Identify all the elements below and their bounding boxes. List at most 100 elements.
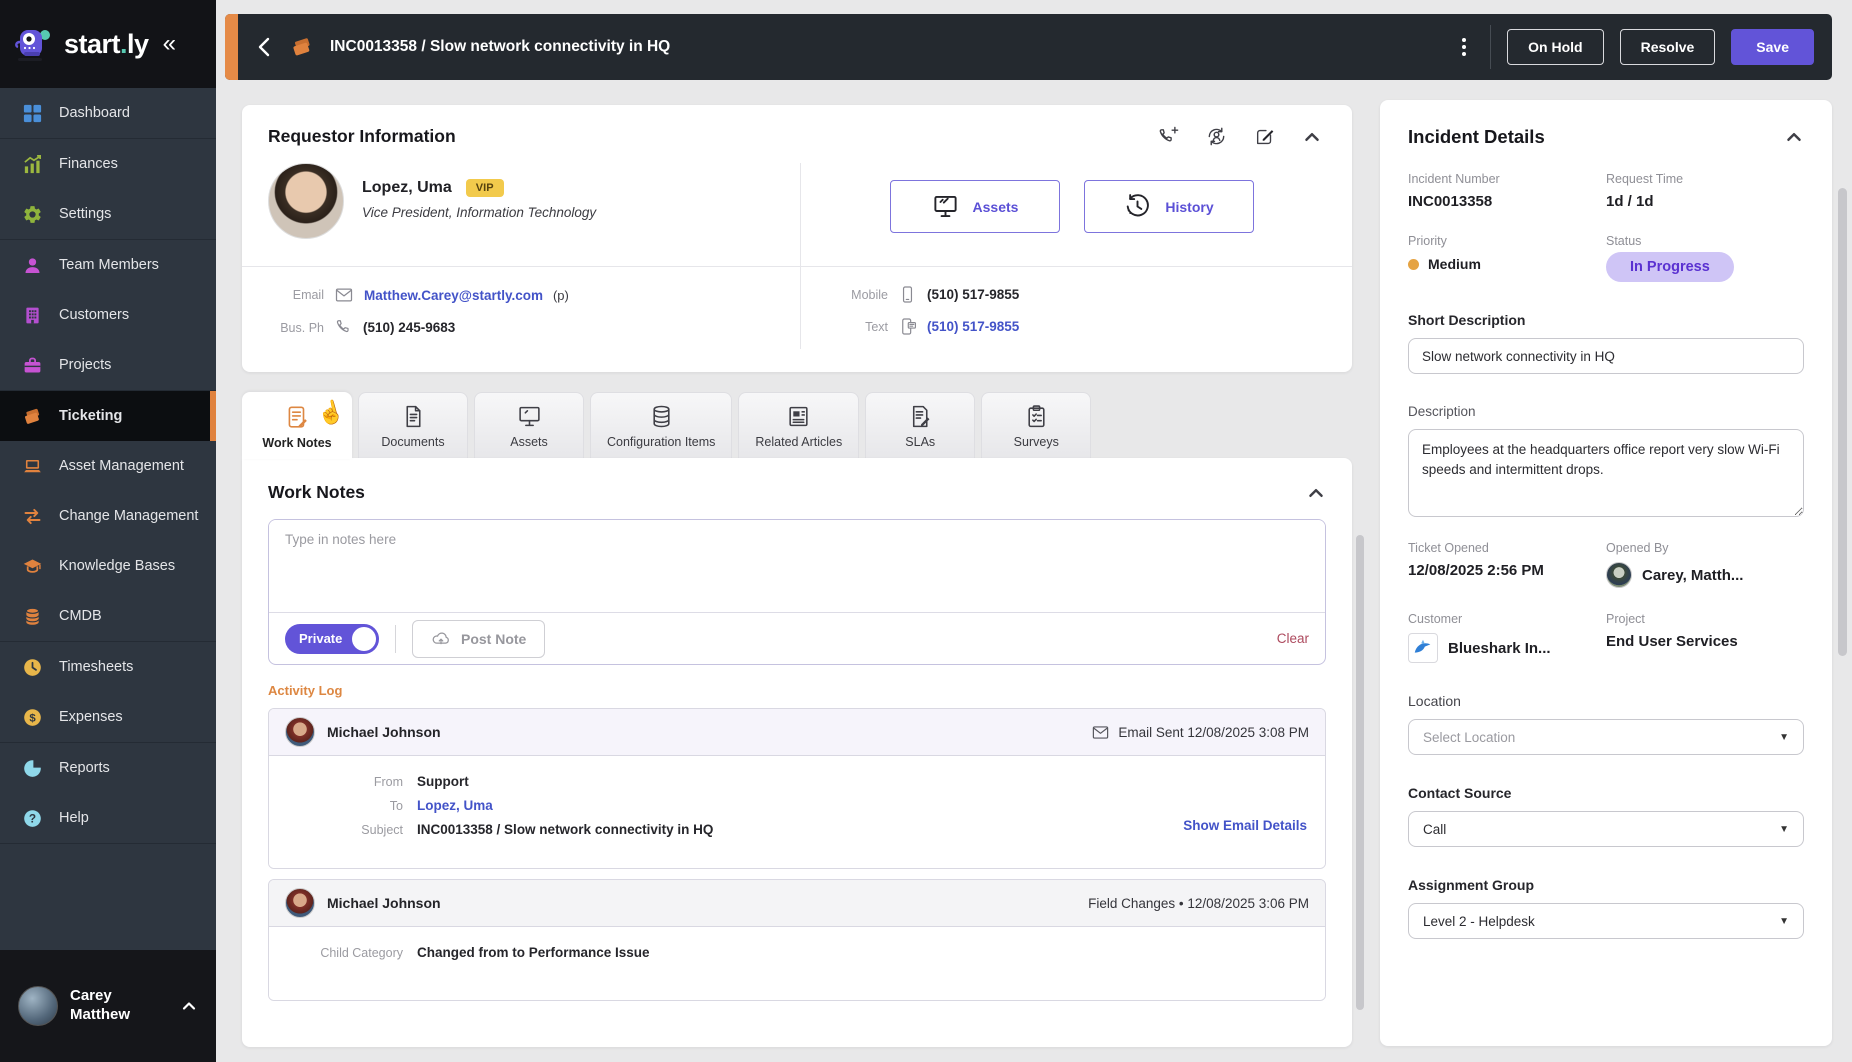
tab-slas[interactable]: SLAs: [865, 392, 976, 458]
sidebar-item-reports[interactable]: Reports: [0, 743, 216, 793]
sidebar-item-cmdb[interactable]: CMDB: [0, 591, 216, 641]
database-icon: [653, 405, 670, 428]
entry-meta: Field Changes • 12/08/2025 3:06 PM: [1088, 895, 1309, 911]
post-note-button[interactable]: Post Note: [412, 619, 546, 658]
sidebar-item-ticketing[interactable]: Ticketing: [0, 391, 216, 441]
shark-logo-icon: [1414, 639, 1431, 653]
request-time-label: Request Time: [1606, 172, 1684, 186]
child-category-value: Changed from to Performance Issue: [417, 945, 650, 960]
note-input[interactable]: [269, 520, 1325, 612]
assignment-group-select[interactable]: Level 2 - Helpdesk ▼: [1408, 903, 1804, 939]
divider: [0, 843, 216, 844]
assets-button[interactable]: Assets: [890, 180, 1060, 233]
sidebar-item-knowledge-bases[interactable]: Knowledge Bases: [0, 541, 216, 591]
location-select[interactable]: Select Location ▼: [1408, 719, 1804, 755]
phone-add-icon[interactable]: [1157, 126, 1179, 148]
sidebar-item-expenses[interactable]: $ Expenses: [0, 692, 216, 742]
email-suffix: (p): [552, 287, 569, 303]
requestor-text-phone-link[interactable]: (510) 517-9855: [927, 319, 1019, 334]
description-textarea[interactable]: Employees at the headquarters office rep…: [1408, 429, 1804, 517]
laptop-icon: [24, 459, 41, 472]
activity-entry-body: Child Category Changed from to Performanc…: [269, 927, 1325, 1000]
vip-badge: VIP: [465, 179, 504, 197]
cloud-upload-icon: [432, 632, 449, 644]
phone-icon: [336, 320, 349, 333]
dropdown-caret-icon: ▼: [1779, 823, 1789, 835]
logo-text: start.ly: [64, 28, 149, 59]
sidebar-item-customers[interactable]: Customers: [0, 290, 216, 340]
sidebar-user-menu[interactable]: Carey Matthew: [0, 950, 216, 1062]
project-label: Project: [1606, 612, 1645, 626]
back-icon[interactable]: [256, 36, 274, 58]
resolve-button[interactable]: Resolve: [1619, 29, 1716, 65]
dashboard-grid-icon: [23, 104, 42, 122]
tab-work-notes[interactable]: ☝ Work Notes: [242, 392, 352, 459]
from-label: From: [373, 775, 403, 789]
requestor-mobile-phone: (510) 517-9855: [927, 287, 1020, 302]
request-time-value: 1d / 1d: [1606, 193, 1654, 210]
user-sync-icon[interactable]: [1205, 125, 1228, 148]
settings-gear-icon: [24, 205, 41, 223]
sidebar-item-team-members[interactable]: Team Members: [0, 240, 216, 290]
requestor-avatar: [268, 163, 344, 239]
history-button[interactable]: History: [1084, 180, 1254, 233]
sla-document-icon: [912, 405, 930, 428]
edit-icon[interactable]: [1254, 126, 1276, 148]
building-icon: [26, 307, 39, 323]
incident-title: INC0013358 / Slow network connectivity i…: [330, 38, 671, 55]
page-scrollbar[interactable]: [1838, 188, 1847, 656]
collapse-chevron-up-icon[interactable]: [1784, 127, 1804, 147]
monitor-icon: [933, 195, 957, 218]
private-toggle[interactable]: Private: [285, 623, 379, 654]
app-logo[interactable]: start.ly «: [0, 0, 216, 88]
opened-by-value: Carey, Matth...: [1642, 566, 1744, 584]
activity-entry-body: From Support To Lopez, Uma Subject INC00133…: [269, 756, 1325, 868]
sidebar-item-help[interactable]: ? Help: [0, 793, 216, 843]
short-description-input[interactable]: [1408, 338, 1804, 374]
tab-documents[interactable]: Documents: [358, 392, 468, 458]
user-name: Carey Matthew: [70, 987, 130, 1023]
status-badge: In Progress: [1606, 252, 1734, 282]
more-options-icon[interactable]: [1454, 34, 1474, 60]
sidebar-item-projects[interactable]: Projects: [0, 340, 216, 390]
graduation-cap-icon: [23, 559, 42, 573]
sidebar-item-settings[interactable]: Settings: [0, 189, 216, 239]
to-value-link[interactable]: Lopez, Uma: [417, 798, 493, 813]
sidebar-item-change-management[interactable]: Change Management: [0, 491, 216, 541]
chevron-up-icon[interactable]: [180, 997, 198, 1015]
sidebar-item-asset-management[interactable]: Asset Management: [0, 441, 216, 491]
content-scrollbar[interactable]: [1356, 535, 1364, 1010]
contact-source-select[interactable]: Call ▼: [1408, 811, 1804, 847]
collapse-chevron-up-icon[interactable]: [1306, 483, 1326, 503]
requestor-email-link[interactable]: Matthew.Carey@startly.com: [364, 288, 543, 303]
tab-related-articles[interactable]: Related Articles: [738, 392, 860, 458]
location-label: Location: [1408, 693, 1461, 709]
ticket-icon: [290, 35, 314, 59]
dropdown-caret-icon: ▼: [1779, 731, 1789, 743]
child-category-label: Child Category: [320, 946, 403, 960]
author-avatar: [285, 888, 315, 918]
sidebar-collapse-icon[interactable]: «: [163, 30, 176, 58]
save-button[interactable]: Save: [1731, 29, 1814, 65]
contact-source-label: Contact Source: [1408, 785, 1512, 801]
ticket-icon: [25, 408, 40, 424]
sidebar-item-finances[interactable]: Finances: [0, 139, 216, 189]
collapse-chevron-up-icon[interactable]: [1302, 127, 1322, 147]
show-email-details-link[interactable]: Show Email Details: [1183, 818, 1307, 833]
assignment-group-label: Assignment Group: [1408, 877, 1535, 893]
tab-configuration-items[interactable]: Configuration Items: [590, 392, 733, 458]
sidebar-item-dashboard[interactable]: Dashboard: [0, 88, 216, 138]
opened-by-avatar: [1606, 562, 1632, 588]
divider: [1490, 25, 1492, 69]
incident-header-bar: INC0013358 / Slow network connectivity i…: [225, 14, 1832, 80]
subject-value: INC0013358 / Slow network connectivity i…: [417, 822, 714, 837]
robot-logo-icon: [15, 30, 50, 61]
sidebar-item-timesheets[interactable]: Timesheets: [0, 642, 216, 692]
tab-assets[interactable]: Assets: [474, 392, 584, 458]
customer-value: Blueshark In...: [1448, 639, 1551, 657]
clear-link[interactable]: Clear: [1277, 631, 1309, 646]
note-composer: Private Post Note Clear: [268, 519, 1326, 665]
on-hold-button[interactable]: On Hold: [1507, 29, 1604, 65]
work-notes-title: Work Notes: [268, 482, 365, 502]
tab-surveys[interactable]: Surveys: [981, 392, 1092, 458]
